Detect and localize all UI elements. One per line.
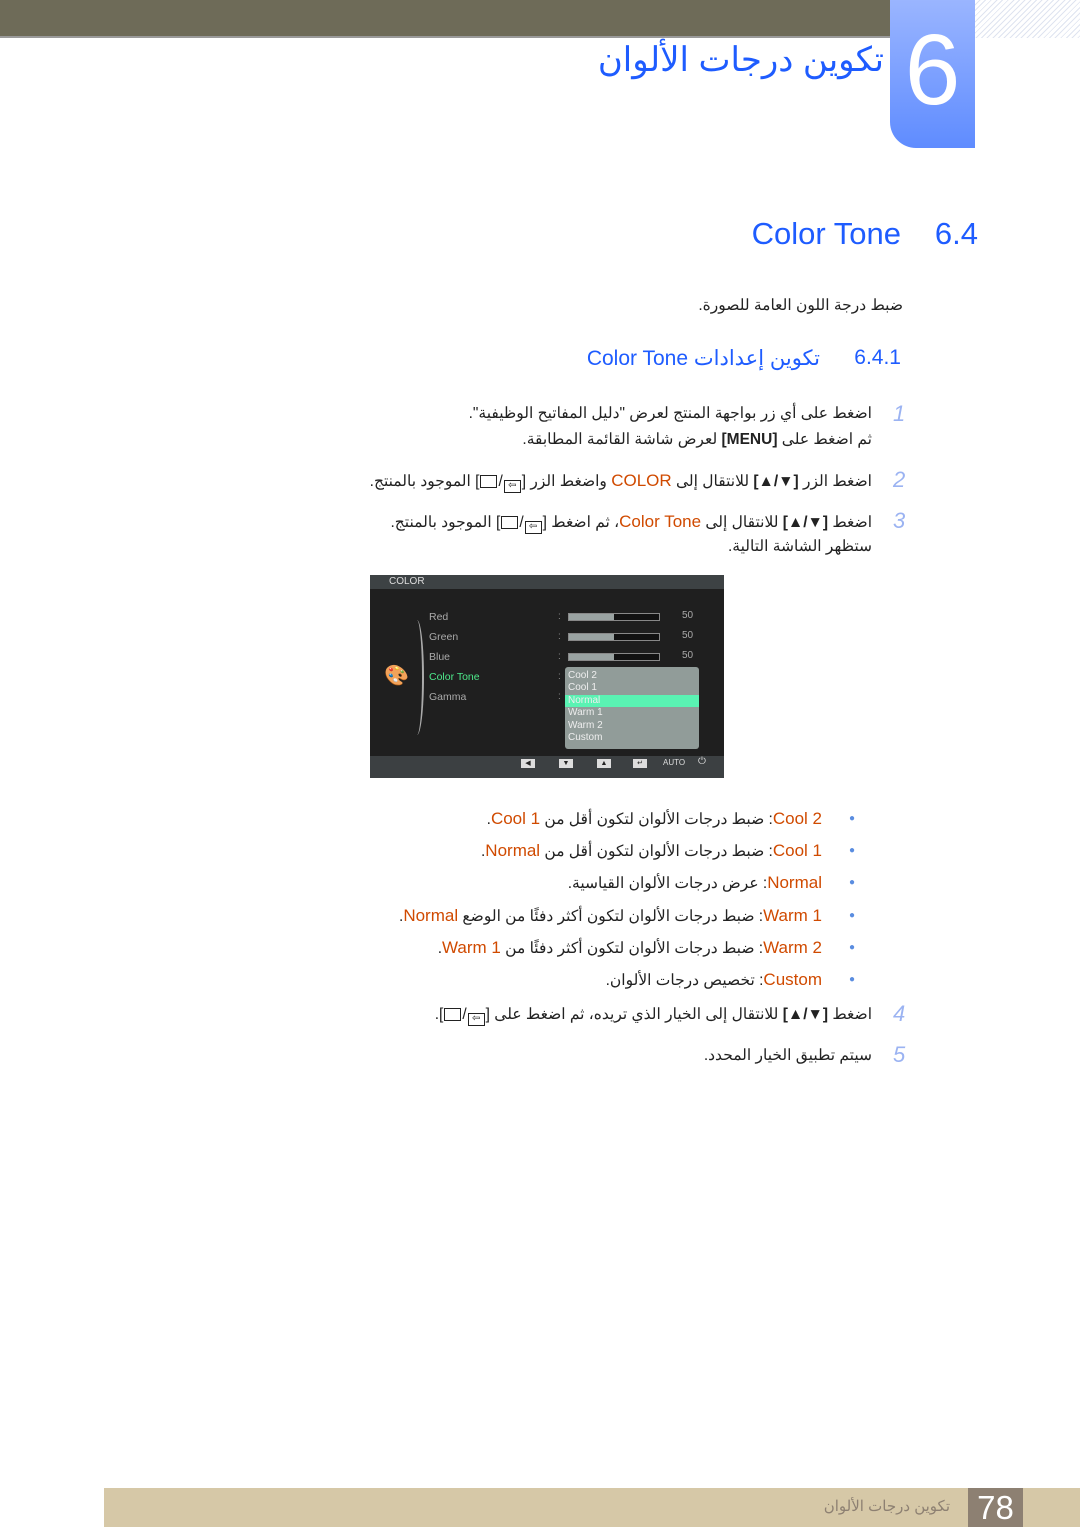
step-1-text-2: ثم اضغط على [MENU] لعرض شاشة القائمة الم…	[522, 431, 872, 448]
option-warm1: Warm 1	[568, 707, 603, 719]
section-title: Color Tone	[751, 216, 901, 251]
enter-icon: ↵	[633, 759, 647, 768]
bullet-icon: ●	[849, 813, 856, 824]
red-slider	[568, 613, 660, 621]
option-cool2: Cool 2	[568, 670, 597, 681]
enter-icon: ⇦	[467, 1013, 485, 1026]
up-down-keys: [▼/▲]	[782, 1006, 829, 1023]
up-down-keys: [▼/▲]	[782, 514, 829, 531]
source-icon	[480, 475, 498, 488]
header-bar	[0, 0, 890, 38]
option-description: Custom: تخصيص درجات الألوان.	[605, 970, 822, 989]
color-tone-dropdown: Cool 2 Cool 1 Normal Warm 1 Warm 2 Custo…	[565, 667, 699, 749]
chapter-title: تكوين درجات الألوان	[597, 41, 884, 79]
step-number: 1	[893, 401, 906, 426]
up-down-keys: [▼/▲]	[753, 473, 799, 490]
bullet-icon: ●	[849, 941, 856, 953]
chapter-number-badge: 6	[890, 0, 975, 148]
header-pattern	[975, 0, 1080, 38]
option-description: Warm 1: ضبط درجات الألوان لتكون أكثر دفئ…	[399, 905, 822, 925]
menu-key: [MENU]	[721, 431, 778, 448]
blue-slider	[568, 653, 660, 661]
step-number: 3	[893, 508, 906, 533]
section-number: 6.4	[934, 216, 978, 251]
enter-icon: ⇦	[503, 480, 521, 493]
option-custom: Custom	[568, 731, 603, 743]
page-number: 78	[968, 1488, 1023, 1527]
section-intro: ضبط درجة اللون العامة للصورة.	[698, 297, 903, 314]
bullet-icon: ●	[849, 909, 856, 921]
step-3-text: اضغط [▼/▲] للانتقال إلى Color Tone، ثم ا…	[390, 512, 872, 534]
bullet-icon: ●	[849, 877, 856, 889]
subsection-number: 6.4.1	[854, 346, 901, 369]
osd-item-green: Green	[429, 631, 459, 643]
step-number: 4	[893, 1001, 906, 1026]
option-description: Cool 1: ضبط درجات الألوان لتكون أقل من N…	[480, 841, 822, 861]
option-description: Cool 2: ضبط درجات الألوان لتكون أقل من C…	[486, 809, 822, 828]
step-3-text-2: ستظهر الشاشة التالية.	[727, 538, 872, 555]
bullet-icon: ●	[849, 845, 856, 857]
osd-title: COLOR	[370, 575, 724, 589]
step-5-text: سيتم تطبيق الخيار المحدد.	[703, 1047, 872, 1064]
source-icon	[444, 1008, 462, 1021]
down-icon: ▼	[559, 759, 573, 768]
bullet-icon: ●	[849, 974, 856, 985]
left-icon: ◀	[521, 759, 535, 768]
osd-button-bar: ◀ ▼ ▲ ↵ AUTO ⏻	[370, 756, 724, 778]
footer-chapter: تكوين درجات الألوان	[823, 1498, 950, 1515]
step-number: 2	[893, 467, 906, 492]
osd-item-red: Red	[429, 611, 449, 623]
step-4-text: اضغط [▼/▲] للانتقال إلى الخيار الذي تريد…	[434, 1006, 872, 1026]
option-warm2: Warm 2	[568, 719, 603, 731]
green-value: 50	[682, 630, 694, 641]
osd-item-blue: Blue	[429, 651, 451, 663]
subsection-title: تكوين إعدادات Color Tone	[586, 347, 820, 370]
palette-icon: 🎨	[384, 665, 409, 687]
option-cool1: Cool 1	[568, 682, 597, 694]
step-2-text: اضغط الزر [▼/▲] للانتقال إلى COLOR واضغط…	[369, 471, 872, 493]
auto-label: AUTO	[663, 758, 686, 767]
step-number: 5	[893, 1042, 906, 1067]
option-normal: Normal	[565, 694, 699, 708]
green-slider	[568, 633, 660, 641]
option-description: Normal: عرض درجات الألوان القياسية.	[567, 873, 822, 893]
enter-icon: ⇦	[524, 521, 542, 534]
osd-item-gamma: Gamma	[429, 691, 467, 703]
osd-item-color-tone: Color Tone	[429, 671, 480, 683]
power-icon: ⏻	[698, 756, 706, 767]
osd-screenshot: COLOR 🎨 Red Green Blue Color Tone Gamma …	[370, 575, 724, 778]
option-description: Warm 2: ضبط درجات الألوان لتكون أكثر دفئ…	[437, 937, 822, 957]
arc-decoration	[410, 620, 424, 735]
source-icon	[501, 516, 519, 529]
step-1-text: اضغط على أي زر بواجهة المنتج لعرض "دليل …	[468, 405, 872, 422]
blue-value: 50	[682, 650, 694, 661]
red-value: 50	[682, 610, 694, 621]
up-icon: ▲	[597, 759, 611, 768]
